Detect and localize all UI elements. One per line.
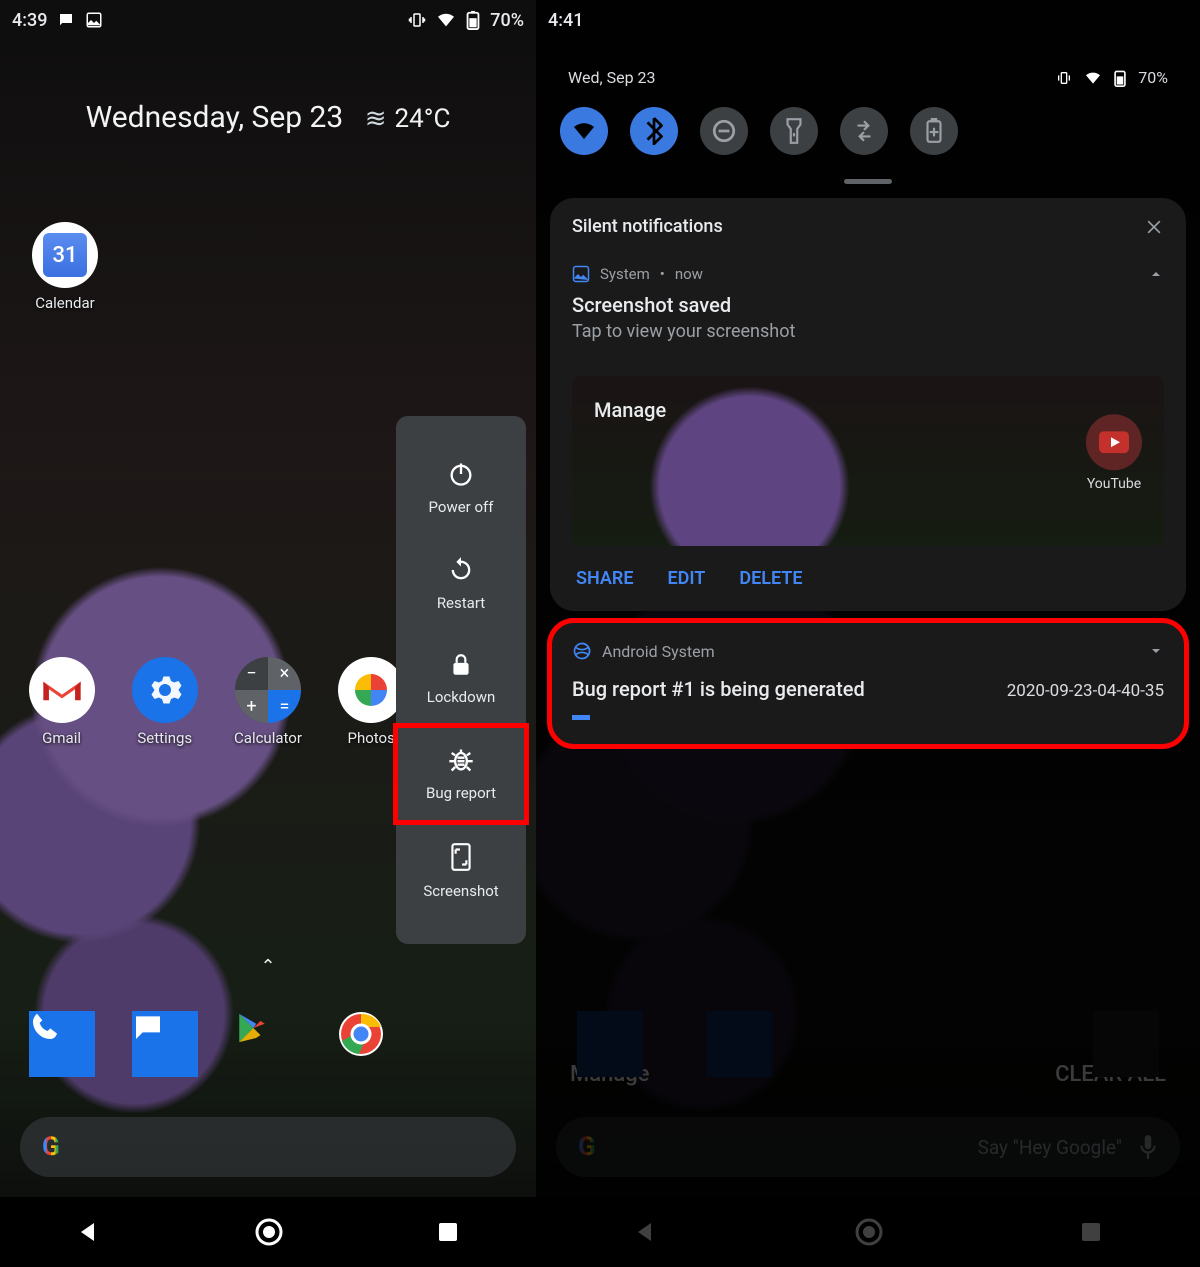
share-action[interactable]: SHARE	[576, 568, 634, 589]
lock-icon	[448, 652, 474, 678]
rotation-toggle[interactable]	[840, 107, 888, 155]
notif-app: Android System	[602, 642, 715, 661]
dock	[0, 1011, 536, 1077]
battery-icon	[1114, 69, 1126, 87]
dot-separator: •	[660, 265, 665, 283]
app-calculator[interactable]: − × + = Calculator	[223, 657, 313, 747]
restart-label: Restart	[437, 594, 485, 612]
date-text: Wednesday, Sep 23	[86, 100, 344, 135]
notif-app: System	[600, 265, 650, 283]
recents-button[interactable]	[437, 1221, 459, 1243]
bug-report-button[interactable]: Bug report	[396, 726, 526, 822]
android-system-icon	[572, 641, 592, 661]
bug-icon	[447, 746, 475, 774]
back-button[interactable]	[77, 1220, 101, 1244]
shade-handle[interactable]	[844, 179, 892, 184]
photos-icon	[338, 657, 404, 723]
screenshot-notification[interactable]: System • now Screenshot saved Tap to vie…	[550, 251, 1186, 360]
messages-icon	[57, 11, 75, 29]
battery-saver-toggle[interactable]	[910, 107, 958, 155]
temperature: 24°C	[395, 104, 451, 134]
battery-percent: 70%	[1138, 68, 1168, 87]
fog-icon: ≋	[365, 104, 387, 134]
date-weather-widget[interactable]: Wednesday, Sep 23 ≋ 24°C	[0, 100, 536, 135]
quick-settings	[546, 87, 1190, 179]
youtube-shortcut: YouTube	[1086, 414, 1142, 492]
restart-button[interactable]: Restart	[396, 536, 526, 632]
notif-actions: SHARE EDIT DELETE	[550, 546, 1186, 611]
status-clock: 4:39	[12, 10, 47, 31]
notif-title: Screenshot saved	[572, 293, 1164, 317]
battery-percent: 70%	[490, 10, 524, 31]
dnd-toggle[interactable]	[700, 107, 748, 155]
nav-bar	[0, 1197, 536, 1267]
app-label: Settings	[137, 729, 192, 747]
power-off-button[interactable]: Power off	[396, 440, 526, 536]
chevron-up-icon[interactable]	[1148, 266, 1164, 282]
notif-when: now	[675, 265, 703, 283]
qs-date: Wed, Sep 23	[568, 68, 656, 87]
delete-action[interactable]: DELETE	[739, 568, 802, 589]
progress-bar	[572, 715, 590, 720]
screenshot-icon	[449, 842, 473, 872]
screenshot-button[interactable]: Screenshot	[396, 822, 526, 920]
silent-header: Silent notifications	[572, 216, 723, 237]
app-calendar[interactable]: 31 Calendar	[20, 222, 110, 312]
gmail-icon	[29, 657, 95, 723]
app-gmail[interactable]: Gmail	[17, 657, 107, 747]
vibrate-icon	[1056, 70, 1072, 86]
vibrate-icon	[408, 11, 426, 29]
phone-icon[interactable]	[29, 1011, 95, 1077]
home-button[interactable]	[254, 1217, 284, 1247]
notification-shade[interactable]: Wed, Sep 23 70% Silent notifications	[536, 40, 1200, 746]
youtube-label: YouTube	[1087, 476, 1141, 492]
wifi-icon	[1084, 71, 1102, 85]
bluetooth-toggle[interactable]	[630, 107, 678, 155]
power-icon	[447, 460, 475, 488]
screenshot-label: Screenshot	[423, 882, 498, 900]
edit-action[interactable]: EDIT	[668, 568, 706, 589]
power-off-label: Power off	[429, 498, 494, 516]
screenshot-left: 4:39 70% Wednesday, Sep 23 ≋ 24°C 31 Cal…	[0, 0, 536, 1267]
screenshot-right: 4:41 Wed, Sep 23 70% Silent notification…	[536, 0, 1200, 1267]
calendar-icon: 31	[43, 233, 87, 277]
youtube-icon	[1086, 414, 1142, 470]
calculator-icon: − × + =	[235, 657, 301, 723]
app-settings[interactable]: Settings	[120, 657, 210, 747]
bug-title: Bug report #1 is being generated	[572, 677, 865, 701]
lockdown-label: Lockdown	[427, 688, 496, 706]
wifi-toggle[interactable]	[560, 107, 608, 155]
flashlight-toggle[interactable]	[770, 107, 818, 155]
bug-report-notification[interactable]: Android System Bug report #1 is being ge…	[550, 621, 1186, 746]
gear-icon	[132, 657, 198, 723]
power-menu: Power off Restart Lockdown Bug report Sc…	[396, 416, 526, 944]
play-store-icon[interactable]	[235, 1011, 301, 1077]
status-clock: 4:41	[548, 10, 583, 31]
lockdown-button[interactable]: Lockdown	[396, 632, 526, 726]
notif-body: Tap to view your screenshot	[572, 321, 1164, 342]
chevron-down-icon[interactable]	[1148, 643, 1164, 659]
app-drawer-handle[interactable]: ⌃	[260, 956, 275, 977]
battery-icon	[466, 10, 480, 30]
screenshot-thumbnail[interactable]: Manage YouTube	[572, 376, 1164, 546]
image-icon	[572, 265, 590, 283]
wifi-icon	[436, 12, 456, 28]
status-bar: 4:41	[536, 0, 1200, 40]
app-label: Gmail	[42, 729, 81, 747]
google-logo-icon: G	[42, 1132, 60, 1162]
image-icon	[85, 11, 103, 29]
silent-notifications-card: Silent notifications System • now Screen…	[550, 198, 1186, 611]
restart-icon	[447, 556, 475, 584]
bug-report-label: Bug report	[426, 784, 496, 802]
messages-icon[interactable]	[132, 1011, 198, 1077]
chrome-icon[interactable]	[338, 1011, 404, 1077]
close-icon[interactable]	[1144, 217, 1164, 237]
app-label: Calculator	[234, 729, 302, 747]
app-label: Photos	[347, 729, 394, 747]
google-search-bar[interactable]: G	[20, 1117, 516, 1177]
thumb-manage-label: Manage	[594, 398, 666, 422]
app-label: Calendar	[35, 294, 95, 312]
bug-timestamp: 2020-09-23-04-40-35	[1007, 681, 1164, 701]
status-bar: 4:39 70%	[0, 0, 536, 40]
